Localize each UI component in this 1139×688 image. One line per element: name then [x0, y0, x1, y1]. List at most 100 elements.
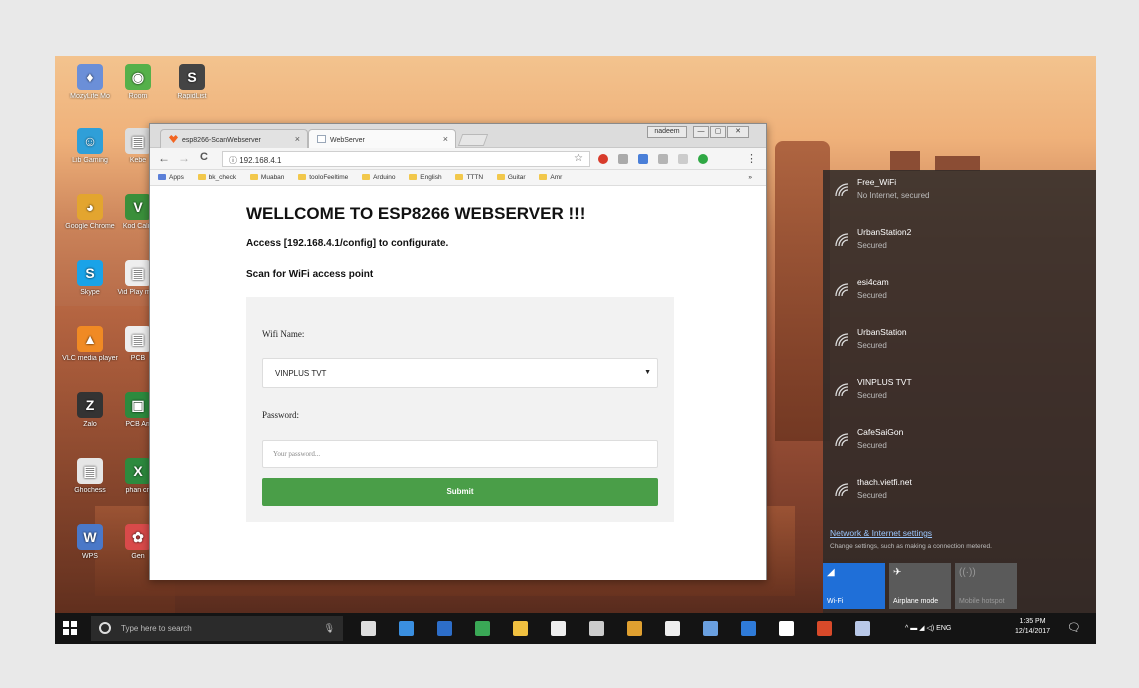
password-placeholder: Your password... — [273, 450, 321, 458]
folder-icon — [197, 174, 206, 180]
app-icon: ✿ — [125, 524, 151, 550]
taskbar-app-icon[interactable] — [665, 621, 680, 636]
taskbar-app-icon[interactable] — [703, 621, 718, 636]
taskbar-app-icon[interactable] — [855, 621, 870, 636]
page-content: WELLCOME TO ESP8266 WEBSERVER !!! Access… — [150, 186, 766, 580]
network-status: Secured — [857, 441, 887, 450]
folder-icon — [496, 174, 505, 180]
mobile-hotspot-toggle[interactable]: ((·)) Mobile hotspot — [955, 563, 1017, 609]
tab-close-icon[interactable]: × — [295, 134, 300, 144]
taskbar-app-icon[interactable] — [361, 621, 376, 636]
wifi-network-item[interactable]: Free_WiFi No Internet, secured — [835, 174, 1085, 214]
extension-icon[interactable] — [678, 154, 688, 164]
tray-icons[interactable]: ^ ▬ ◢ ◁) ENG — [905, 624, 951, 632]
folder-icon — [362, 174, 371, 180]
taskbar-search-box[interactable]: Type here to search 🎙 — [91, 616, 343, 641]
submit-button[interactable]: Submit — [262, 478, 658, 506]
bookmark-item[interactable]: tooloFeeltime — [298, 174, 348, 181]
network-name: CafeSaiGon — [857, 427, 904, 437]
minimize-button[interactable]: — — [693, 126, 709, 138]
taskbar-app-icon[interactable] — [817, 621, 832, 636]
app-icon: ▤ — [125, 128, 151, 154]
taskbar-app-icon[interactable] — [741, 621, 756, 636]
maximize-button[interactable]: ▢ — [710, 126, 726, 138]
network-name: Free_WiFi — [857, 177, 897, 187]
url-bar[interactable]: ⓘ 192.168.4.1 ☆ — [222, 151, 590, 167]
bookmark-item[interactable]: Amr — [539, 174, 562, 181]
taskbar-app-icon[interactable] — [551, 621, 566, 636]
network-status: Secured — [857, 491, 887, 500]
wifi-network-item[interactable]: UrbanStation2 Secured — [835, 224, 1085, 264]
tab-esp8266-scan[interactable]: esp8266-ScanWebserver × — [160, 129, 308, 148]
network-name: UrbanStation2 — [857, 227, 912, 237]
menu-kebab-icon[interactable]: ⋮ — [746, 152, 757, 165]
back-arrow-icon[interactable]: ← — [158, 151, 170, 165]
wifi-name-label: Wifi Name: — [262, 329, 305, 339]
extension-icon[interactable] — [638, 154, 648, 164]
taskbar-app-icon[interactable] — [475, 621, 490, 636]
folder-icon — [249, 174, 258, 180]
bookmark-item[interactable]: Muaban — [249, 174, 284, 181]
taskbar-app-icon[interactable] — [399, 621, 414, 636]
extension-icon[interactable] — [698, 154, 708, 164]
wifi-network-item[interactable]: esi4cam Secured — [835, 274, 1085, 314]
wifi-network-panel: Free_WiFi No Internet, secured UrbanStatio… — [823, 170, 1096, 613]
wifi-signal-icon — [835, 183, 849, 197]
tab-label: esp8266-ScanWebserver — [182, 137, 261, 144]
wifi-network-item[interactable]: CafeSaiGon Secured — [835, 424, 1085, 464]
bookmark-apps[interactable]: Apps — [158, 174, 184, 181]
close-window-button[interactable]: ✕ — [727, 126, 749, 138]
windows-start-icon[interactable] — [63, 621, 77, 635]
desktop-icon[interactable]: S RapidList — [163, 64, 221, 100]
taskbar-app-icon[interactable] — [589, 621, 604, 636]
desktop-icon-label: Room — [128, 93, 148, 100]
wifi-selected-value: VINPLUS TVT — [275, 369, 327, 378]
extension-icon[interactable] — [658, 154, 668, 164]
taskbar-app-icon[interactable] — [513, 621, 528, 636]
mesa-silhouette — [890, 151, 920, 171]
clock-date: 12/14/2017 — [1015, 628, 1051, 635]
chevron-down-icon: ▼ — [644, 369, 651, 376]
password-input[interactable]: Your password... — [262, 440, 658, 468]
window-user-badge[interactable]: nadeem — [647, 126, 687, 138]
app-icon: S — [77, 260, 103, 286]
taskbar-app-icon[interactable] — [437, 621, 452, 636]
bookmark-item[interactable]: bk_check — [197, 174, 236, 181]
app-icon: ▲ — [77, 326, 103, 352]
wifi-network-item[interactable]: UrbanStation Secured — [835, 324, 1085, 364]
new-tab-button[interactable] — [457, 134, 489, 146]
taskbar-app-icon[interactable] — [779, 621, 794, 636]
folder-icon — [298, 174, 307, 180]
forward-arrow-icon[interactable]: → — [178, 151, 190, 165]
bookmark-item[interactable]: TTTN — [455, 174, 483, 181]
extension-stop-icon[interactable] — [598, 154, 608, 164]
wifi-signal-icon — [835, 283, 849, 297]
wifi-signal-icon — [835, 483, 849, 497]
desktop-icon[interactable]: ◉ Room — [109, 64, 167, 100]
tab-close-icon[interactable]: × — [443, 134, 448, 144]
network-status: Secured — [857, 241, 887, 250]
bookmark-item[interactable]: English — [409, 174, 442, 181]
wifi-network-item[interactable]: thach.vietfi.net Secured — [835, 474, 1085, 514]
reload-icon[interactable]: C — [200, 151, 208, 163]
wifi-name-select[interactable]: VINPLUS TVT ▼ — [262, 358, 658, 388]
taskbar-app-icon[interactable] — [627, 621, 642, 636]
bookmark-item[interactable]: Arduino — [362, 174, 395, 181]
extension-icon[interactable] — [618, 154, 628, 164]
microphone-icon[interactable]: 🎙 — [324, 623, 335, 634]
taskbar-clock[interactable]: 1:35 PM 12/14/2017 — [1015, 617, 1050, 637]
tab-webserver[interactable]: WebServer × — [308, 129, 456, 148]
airplane-mode-toggle[interactable]: ✈ Airplane mode — [889, 563, 951, 609]
app-icon: ▤ — [77, 458, 103, 484]
app-icon: ▤ — [125, 260, 151, 286]
app-icon: ▣ — [125, 392, 151, 418]
network-settings-link[interactable]: Network & Internet settings — [830, 528, 932, 538]
wifi-network-item[interactable]: VINPLUS TVT Secured — [835, 374, 1085, 414]
bookmark-item[interactable]: Guitar — [496, 174, 526, 181]
wifi-toggle[interactable]: ◢ Wi-Fi — [823, 563, 885, 609]
bookmark-star-icon[interactable]: ☆ — [574, 153, 583, 164]
action-center-icon[interactable]: 🗨 — [1067, 621, 1081, 634]
wifi-config-form: Wifi Name: VINPLUS TVT ▼ Password: Your … — [246, 297, 674, 522]
bookmarks-more-icon[interactable]: » — [748, 174, 752, 181]
app-icon: X — [125, 458, 151, 484]
